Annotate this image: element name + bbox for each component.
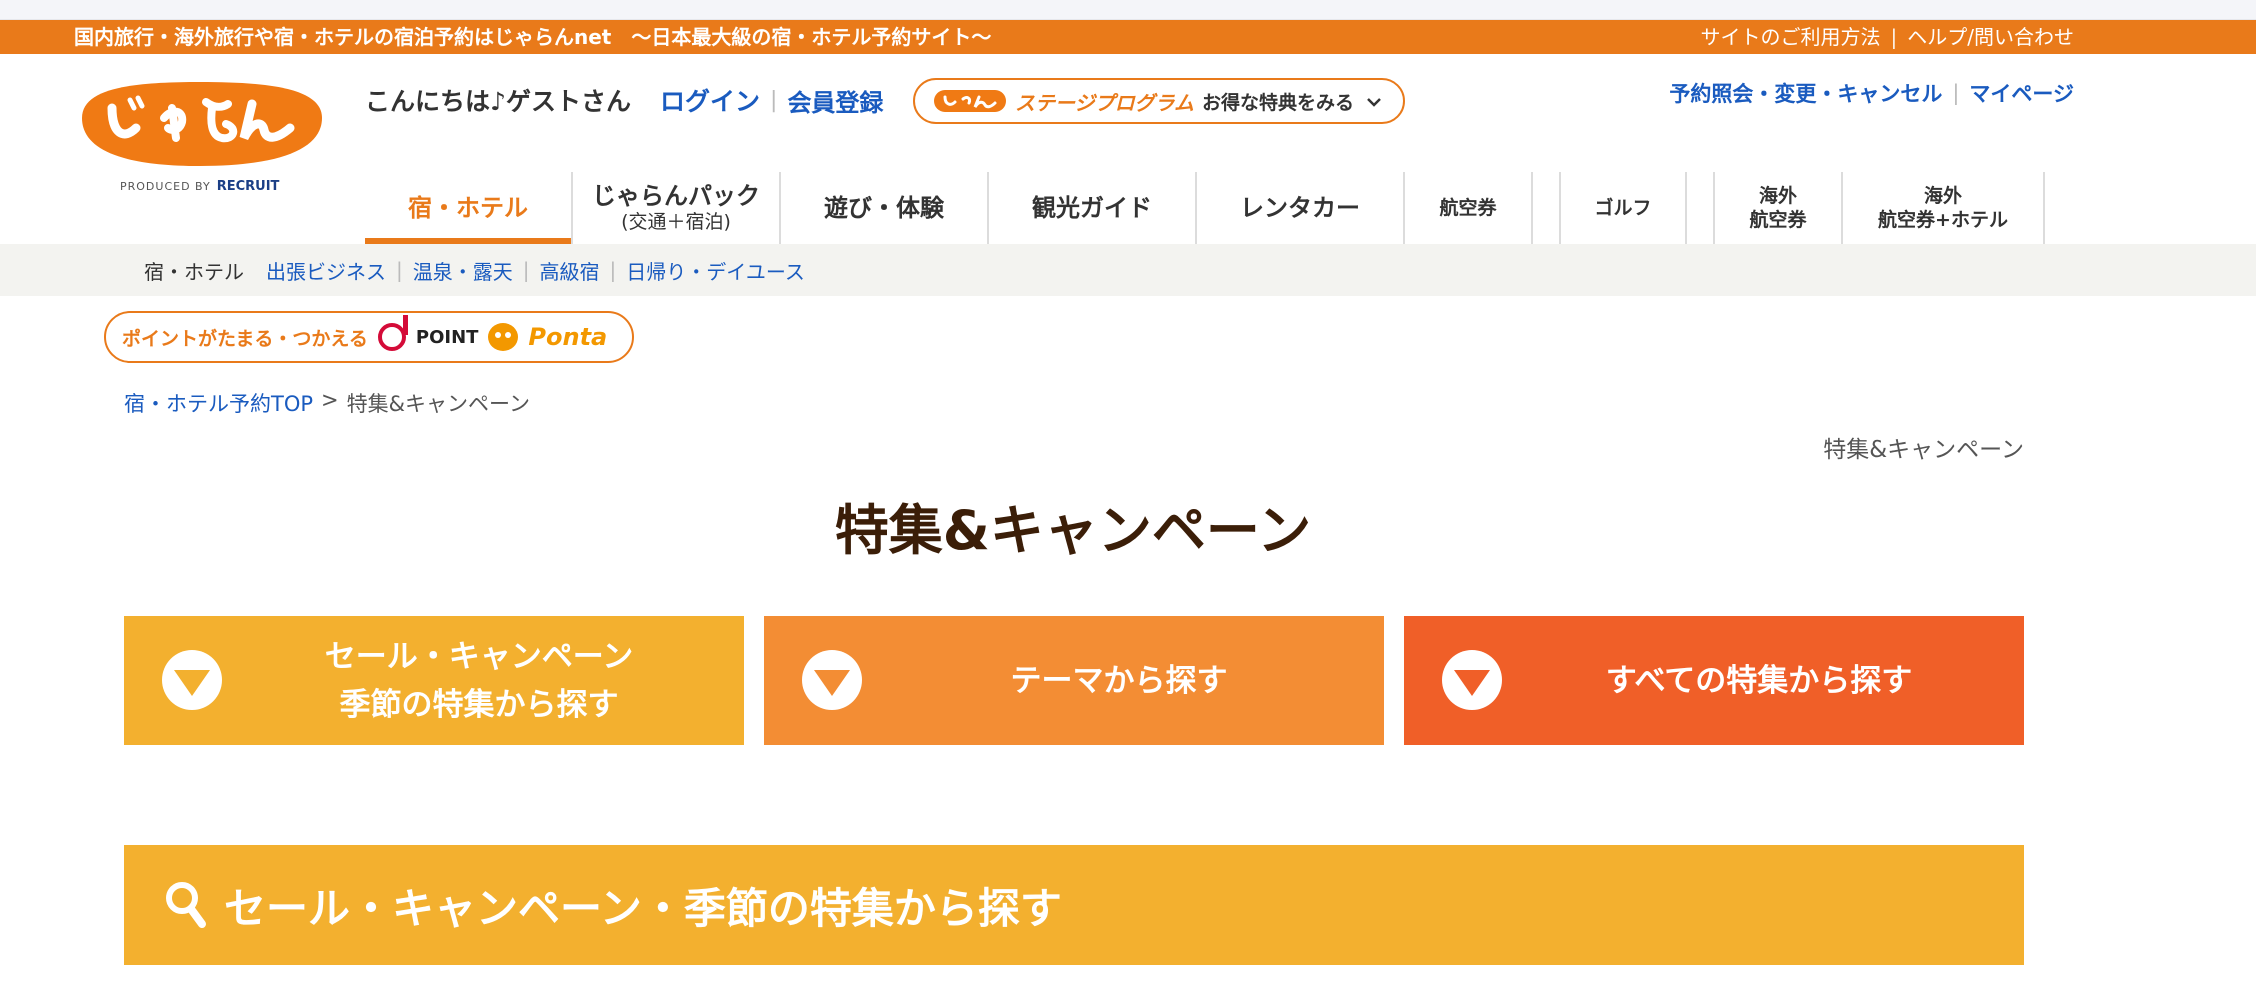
- nav-tab-jalan-pack[interactable]: じゃらんパック (交通＋宿泊): [573, 172, 781, 244]
- nav-tab-overseas-air[interactable]: 海外 航空券: [1715, 172, 1843, 244]
- greeting-text: こんにちは♪ゲストさん: [365, 87, 631, 116]
- chevron-down-icon: [1366, 92, 1382, 111]
- nav-tab-overseas-air-hotel[interactable]: 海外 航空券+ホテル: [1843, 172, 2045, 244]
- divider: |: [770, 87, 778, 113]
- subnav-onsen-link[interactable]: 温泉・露天: [413, 256, 513, 285]
- stage-program-label: ステージプログラム: [1015, 90, 1194, 115]
- account-links: ログイン | 会員登録: [660, 82, 883, 118]
- points-banner[interactable]: ポイントがたまる・つかえる POINT Ponta: [104, 311, 634, 363]
- magnifier-icon: [166, 882, 206, 928]
- nav-tab-activities[interactable]: 遊び・体験: [781, 172, 989, 244]
- subnav-luxury-link[interactable]: 高級宿: [540, 256, 600, 285]
- page-category-label: 特集&キャンペーン: [1823, 437, 2024, 463]
- nav-spacer: [1533, 172, 1561, 244]
- search-category-buttons: セール・キャンペーン 季節の特集から探す テーマから探す すべての特集から探す: [124, 616, 2024, 745]
- nav-tab-rentacar[interactable]: レンタカー: [1197, 172, 1405, 244]
- breadcrumb: 宿・ホテル予約TOP > 特集&キャンペーン: [124, 388, 530, 418]
- usage-guide-link[interactable]: サイトのご利用方法: [1701, 20, 1881, 54]
- all-features-button[interactable]: すべての特集から探す: [1404, 616, 2024, 745]
- theme-search-button[interactable]: テーマから探す: [764, 616, 1384, 745]
- nav-tab-air[interactable]: 航空券: [1405, 172, 1533, 244]
- dpoint-logo-icon: [377, 315, 408, 351]
- site-tagline: 国内旅行・海外旅行や宿・ホテルの宿泊予約はじゃらんnet 〜日本最大級の宿・ホテ…: [74, 25, 992, 49]
- subnav-current: 宿・ホテル: [144, 259, 244, 284]
- divider: |: [1890, 25, 1898, 49]
- breadcrumb-separator: >: [321, 388, 339, 412]
- global-nav: 宿・ホテル じゃらんパック (交通＋宿泊) 遊び・体験 観光ガイド レンタカー …: [365, 172, 2045, 256]
- mypage-link[interactable]: マイページ: [1969, 78, 2074, 108]
- section-heading-text: セール・キャンペーン・季節の特集から探す: [224, 883, 1062, 933]
- help-links: サイトのご利用方法 | ヘルプ/問い合わせ: [1701, 20, 2075, 54]
- nav-tab-hotel[interactable]: 宿・ホテル: [365, 172, 573, 256]
- stage-program-button[interactable]: ステージプログラム お得な特典をみる: [913, 78, 1405, 124]
- nav-tab-golf[interactable]: ゴルフ: [1561, 172, 1687, 244]
- divider: |: [522, 258, 530, 282]
- divider: |: [1952, 81, 1960, 105]
- divider: |: [609, 258, 617, 282]
- ponta-face-icon: [488, 323, 519, 351]
- page-title: 特集&キャンペーン: [834, 499, 1312, 562]
- points-banner-text: ポイントがたまる・つかえる: [122, 327, 368, 350]
- subnav-business-link[interactable]: 出張ビジネス: [266, 256, 386, 285]
- reservation-manage-link[interactable]: 予約照会・変更・キャンセル: [1669, 78, 1942, 108]
- help-contact-link[interactable]: ヘルプ/問い合わせ: [1907, 20, 2074, 54]
- subnav-dayuse-link[interactable]: 日帰り・デイユース: [626, 256, 805, 285]
- breadcrumb-home-link[interactable]: 宿・ホテル予約TOP: [124, 388, 313, 418]
- down-triangle-icon: [1442, 650, 1502, 710]
- down-triangle-icon: [802, 650, 862, 710]
- breadcrumb-current: 特集&キャンペーン: [346, 392, 530, 416]
- top-bar: 国内旅行・海外旅行や宿・ホテルの宿泊予約はじゃらんnet 〜日本最大級の宿・ホテ…: [0, 20, 2256, 54]
- stage-benefit-label: お得な特典をみる: [1202, 91, 1355, 114]
- utility-links: 予約照会・変更・キャンセル | マイページ: [1669, 78, 2074, 108]
- jalan-mini-logo: [934, 90, 1006, 112]
- login-link[interactable]: ログイン: [660, 82, 760, 118]
- jalan-logo[interactable]: [72, 78, 328, 170]
- section-heading-sale-campaign: セール・キャンペーン・季節の特集から探す: [124, 845, 2024, 965]
- produced-by-recruit: PRODUCED BY RECRUIT: [120, 179, 280, 194]
- dpoint-label: POINT: [415, 326, 479, 348]
- sale-campaign-button[interactable]: セール・キャンペーン 季節の特集から探す: [124, 616, 744, 745]
- recruit-logo: RECRUIT: [216, 179, 280, 194]
- register-link[interactable]: 会員登録: [787, 83, 883, 118]
- down-triangle-icon: [162, 650, 222, 710]
- nav-tab-guide[interactable]: 観光ガイド: [989, 172, 1197, 244]
- ponta-label: Ponta: [528, 323, 608, 351]
- nav-spacer: [1687, 172, 1715, 244]
- sub-nav: 宿・ホテル 出張ビジネス | 温泉・露天 | 高級宿 | 日帰り・デイユース: [0, 244, 2256, 296]
- browser-top-gap: [0, 0, 2256, 20]
- divider: |: [396, 258, 403, 282]
